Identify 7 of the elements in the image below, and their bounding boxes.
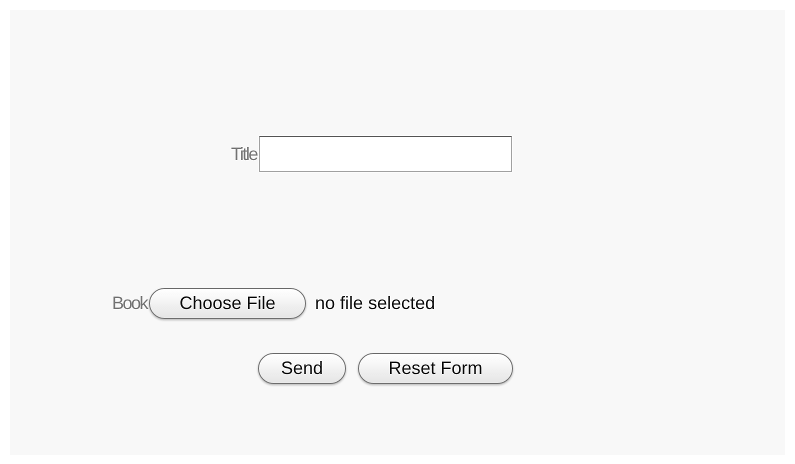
form-button[interactable]: Send bbox=[258, 353, 346, 384]
form-button[interactable]: Reset Form bbox=[358, 353, 513, 384]
field-label: Title bbox=[231, 144, 257, 164]
file-status: no file selected bbox=[315, 293, 436, 314]
title-input[interactable] bbox=[258, 136, 512, 172]
field-label: Book bbox=[112, 293, 148, 314]
choose-file-button[interactable]: Choose File bbox=[149, 288, 306, 319]
